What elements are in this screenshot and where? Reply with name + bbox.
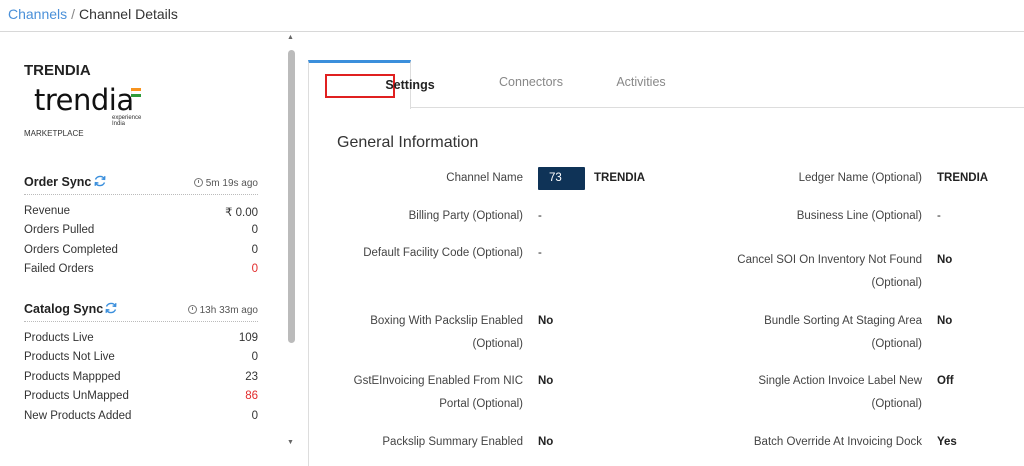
stat-row: Products Live 109 [24, 330, 258, 349]
single-action-invoice-value: Off [937, 375, 954, 387]
settings-content: General Information Channel Name 73 TREN… [308, 108, 1024, 466]
channel-logo: trendia experience India [34, 85, 154, 127]
order-sync-header: Order Sync 5m 19s ago [24, 171, 258, 195]
boxing-packslip-value: No [538, 315, 554, 327]
refresh-icon[interactable] [93, 174, 107, 188]
tab-bar: Settings Connectors Activities [308, 60, 1024, 109]
section-title: General Information [337, 134, 479, 151]
stat-value: 0 [251, 351, 258, 363]
stat-row: Orders Completed 0 [24, 242, 258, 261]
stat-row: Orders Pulled 0 [24, 222, 258, 241]
top-bar: Channels / Channel Details [0, 0, 1024, 32]
stat-label: New Products Added [24, 410, 132, 422]
facility-code-label: Default Facility Code (Optional) [363, 247, 523, 259]
packslip-summary-label: Packslip Summary Enabled [382, 436, 523, 448]
cancel-soi-label-line2: (Optional) [871, 277, 923, 289]
batch-override-label: Batch Override At Invoicing Dock [753, 436, 922, 448]
clock-icon [187, 305, 197, 314]
single-action-invoice-label: Single Action Invoice Label New (Optiona… [758, 370, 922, 416]
stat-value: 0 [251, 224, 258, 236]
india-flag-icon [131, 88, 141, 97]
cancel-soi-value: No [937, 254, 953, 266]
bundle-sorting-label-line1: Bundle Sorting At Staging Area [764, 315, 922, 327]
stat-row: Revenue ₹ 0.00 [24, 203, 258, 222]
breadcrumb: Channels / Channel Details [8, 6, 178, 22]
stat-label: Products Mappped [24, 371, 121, 383]
stat-row: New Products Added 0 [24, 408, 258, 427]
stat-value: ₹ 0.00 [225, 207, 258, 219]
stat-label: Products UnMapped [24, 390, 129, 402]
tab-settings[interactable]: Settings [308, 60, 435, 109]
channel-type: MARKETPLACE [24, 129, 84, 138]
channel-summary-panel: TRENDIA trendia experience India MARKETP… [0, 33, 298, 466]
stat-value: 0 [251, 263, 258, 275]
breadcrumb-channels-link[interactable]: Channels [8, 6, 67, 22]
channel-name: TRENDIA [24, 62, 91, 79]
cancel-soi-label: Cancel SOI On Inventory Not Found (Optio… [737, 249, 922, 295]
stat-row: Products Not Live 0 [24, 349, 258, 368]
catalog-sync-header: Catalog Sync 13h 33m ago [24, 298, 258, 322]
scrollbar-thumb[interactable] [288, 50, 295, 343]
stat-label: Revenue [24, 205, 71, 217]
stat-row: Products Mappped 23 [24, 369, 258, 388]
boxing-packslip-label-line2: (Optional) [472, 338, 524, 350]
channel-code-badge: 73 [538, 167, 585, 190]
stat-label: Failed Orders [24, 263, 94, 275]
tab-activities[interactable]: Activities [531, 60, 665, 108]
batch-override-value: Yes [937, 436, 957, 448]
packslip-summary-value: No [538, 436, 554, 448]
logo-tagline: experience India [112, 115, 142, 127]
stat-label: Products Not Live [24, 351, 115, 363]
stat-value: 86 [245, 390, 258, 402]
gst-einvoicing-value: No [538, 375, 554, 387]
facility-code-value: - [538, 247, 542, 259]
billing-party-value: - [538, 210, 542, 222]
ledger-name-value: TRENDIA [937, 172, 989, 184]
tab-connectors[interactable]: Connectors [411, 60, 563, 108]
catalog-sync-time: 13h 33m ago [187, 304, 258, 316]
single-action-label-line2: (Optional) [871, 398, 923, 410]
breadcrumb-current: Channel Details [79, 6, 178, 22]
channel-name-value: TRENDIA [594, 172, 646, 184]
order-sync-time: 5m 19s ago [193, 177, 258, 189]
channel-name-label: Channel Name [446, 172, 523, 184]
left-panel-scrollbar[interactable]: ▲ ▼ [285, 34, 297, 446]
stat-value: 109 [238, 332, 258, 344]
gst-einvoicing-label: GstEInvoicing Enabled From NIC Portal (O… [354, 370, 523, 416]
catalog-sync-ago: 13h 33m ago [199, 305, 258, 316]
stat-label: Orders Pulled [24, 224, 95, 236]
scroll-down-arrow-icon[interactable]: ▼ [287, 439, 294, 446]
refresh-icon[interactable] [104, 301, 118, 315]
order-sync-ago: 5m 19s ago [205, 178, 258, 189]
bundle-sorting-value: No [937, 315, 953, 327]
gst-einvoicing-label-line1: GstEInvoicing Enabled From NIC [353, 375, 523, 387]
stat-row: Products UnMapped 86 [24, 388, 258, 407]
cancel-soi-label-line1: Cancel SOI On Inventory Not Found [737, 254, 922, 266]
stat-row: Failed Orders 0 [24, 261, 258, 280]
order-sync-title: Order Sync [24, 175, 92, 189]
channel-details-panel: Settings Connectors Activities General I… [308, 60, 1024, 466]
clock-icon [193, 178, 203, 187]
gst-einvoicing-label-line2: Portal (Optional) [439, 398, 523, 410]
stat-label: Products Live [24, 332, 94, 344]
stat-value: 0 [251, 410, 258, 422]
breadcrumb-separator: / [71, 6, 76, 22]
catalog-sync-title: Catalog Sync [24, 302, 104, 316]
business-line-value: - [937, 210, 941, 222]
ledger-name-label: Ledger Name (Optional) [798, 172, 922, 184]
bundle-sorting-label: Bundle Sorting At Staging Area (Optional… [764, 310, 922, 356]
stat-label: Orders Completed [24, 244, 118, 256]
single-action-label-line1: Single Action Invoice Label New [758, 375, 922, 387]
bundle-sorting-label-line2: (Optional) [871, 338, 923, 350]
boxing-packslip-label: Boxing With Packslip Enabled (Optional) [370, 310, 523, 356]
scroll-up-arrow-icon[interactable]: ▲ [287, 34, 294, 41]
stat-value: 23 [245, 371, 258, 383]
tab-label: Activities [616, 75, 666, 89]
business-line-label: Business Line (Optional) [796, 210, 922, 222]
billing-party-label: Billing Party (Optional) [408, 210, 523, 222]
stat-value: 0 [251, 244, 258, 256]
boxing-packslip-label-line1: Boxing With Packslip Enabled [370, 315, 523, 327]
